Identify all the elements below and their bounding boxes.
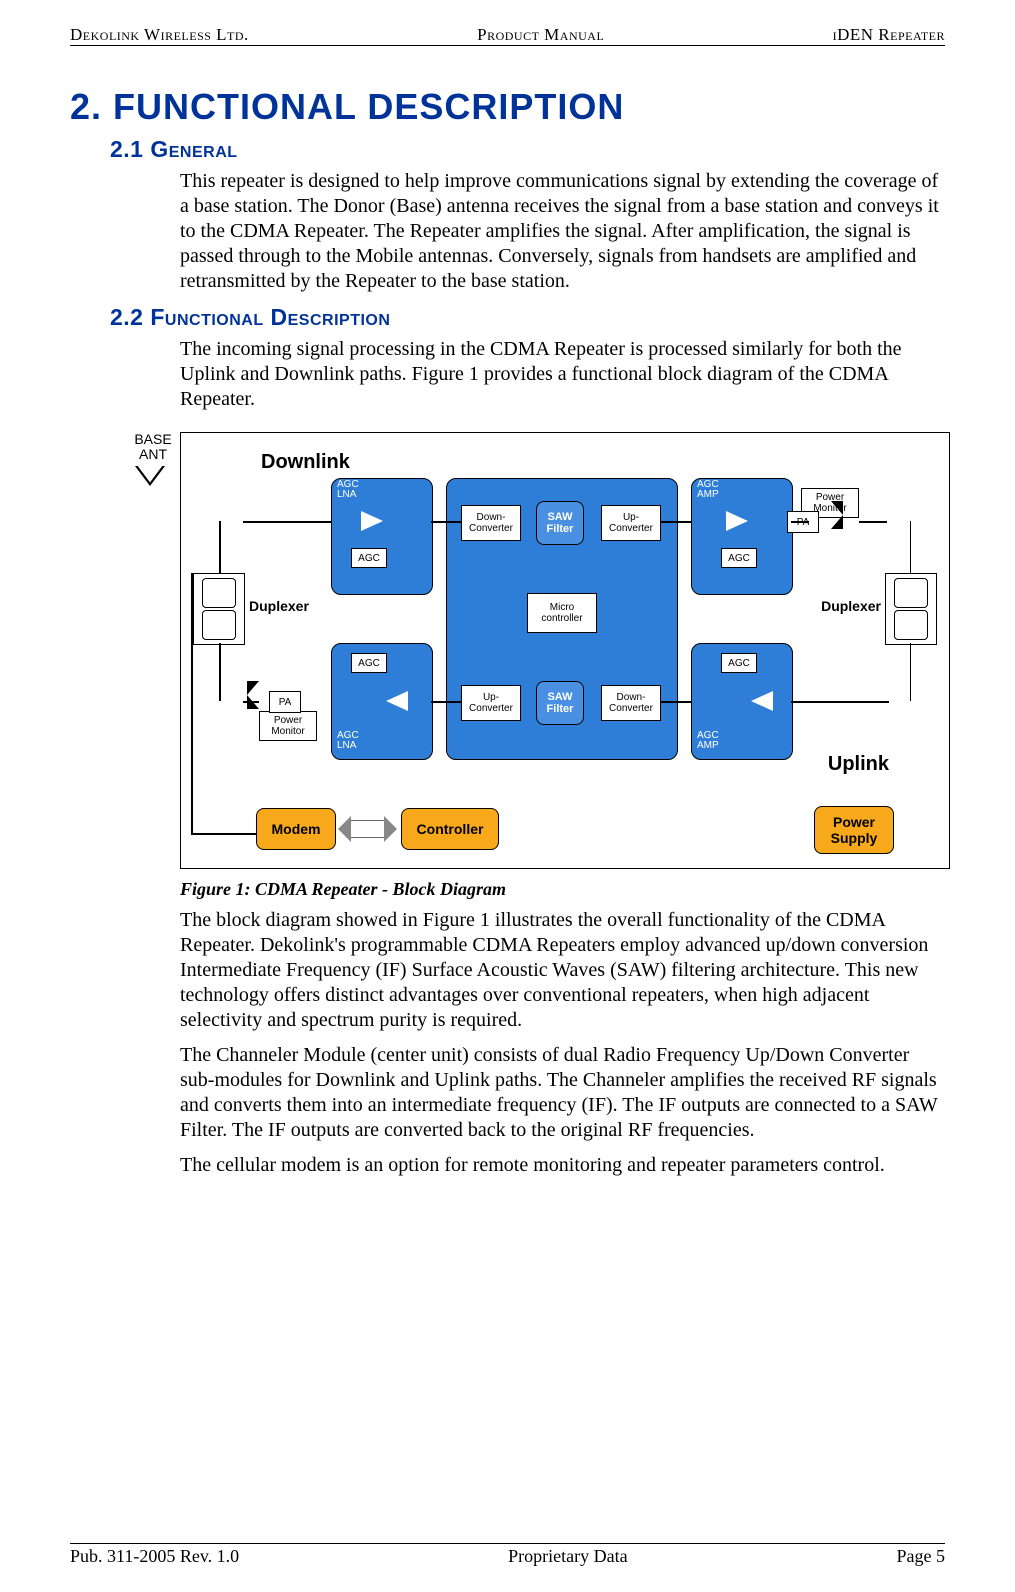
power-supply-block: PowerSupply (814, 806, 894, 854)
saw-filter-ul: SAWFilter (536, 681, 584, 725)
modem-controller-link-icon (351, 820, 384, 838)
section-2-2-intro: The incoming signal processing in the CD… (180, 337, 945, 412)
amp-ul-icon (751, 691, 773, 711)
pa-ul: PA (269, 691, 301, 713)
duplexer-right-label: Duplexer (821, 598, 881, 614)
down-conv-ul: Down-Converter (601, 685, 661, 721)
pa-dl-icon (831, 501, 843, 529)
base-antenna-icon (135, 466, 165, 486)
down-conv-dl: Down-Converter (461, 505, 521, 541)
block-diagram: Downlink Uplink Duplexer Duplexer AGCLNA… (180, 432, 950, 869)
section-2-2-heading: 2.2 Functional Description (110, 304, 945, 331)
uplink-label: Uplink (828, 753, 889, 776)
agc-box-dl-left: AGC (351, 548, 387, 568)
ftr-left: Pub. 311-2005 Rev. 1.0 (70, 1546, 239, 1567)
agc-amp-ul-label: AGCAMP (697, 731, 719, 751)
base-ant-label: BASEANT (128, 432, 178, 463)
figure-1-caption: Figure 1: CDMA Repeater - Block Diagram (180, 879, 945, 900)
amp-dl-icon (726, 511, 748, 531)
page-footer: Pub. 311-2005 Rev. 1.0 Proprietary Data … (70, 1543, 945, 1567)
hdr-center: Product Manual (477, 25, 604, 45)
saw-filter-dl: SAWFilter (536, 501, 584, 545)
duplexer-left (193, 573, 245, 645)
section-2-2-p4: The cellular modem is an option for remo… (180, 1153, 945, 1178)
lna-ul-icon (386, 691, 408, 711)
agc-lna-dl-label: AGCLNA (337, 480, 359, 500)
agc-box-ul-right: AGC (721, 653, 757, 673)
pa-ul-icon (247, 681, 259, 709)
duplexer-left-label: Duplexer (249, 598, 309, 614)
ftr-right: Page 5 (897, 1546, 946, 1567)
agc-lna-ul-label: AGCLNA (337, 731, 359, 751)
section-2-1-body: This repeater is designed to help improv… (180, 169, 945, 294)
section-2-heading: 2. FUNCTIONAL DESCRIPTION (70, 86, 945, 128)
microcontroller: Microcontroller (527, 593, 597, 633)
section-2-2-p2: The block diagram showed in Figure 1 ill… (180, 908, 945, 1033)
duplexer-right (885, 573, 937, 645)
hdr-left: Dekolink Wireless Ltd. (70, 25, 249, 45)
section-2-1-heading: 2.1 General (110, 136, 945, 163)
modem-block: Modem (256, 808, 336, 850)
power-monitor-ul: PowerMonitor (259, 711, 317, 741)
section-2-2-p3: The Channeler Module (center unit) consi… (180, 1043, 945, 1143)
agc-amp-dl-label: AGCAMP (697, 480, 719, 500)
controller-block: Controller (401, 808, 499, 850)
up-conv-dl: Up-Converter (601, 505, 661, 541)
page-header: Dekolink Wireless Ltd. Product Manual iD… (70, 25, 945, 46)
agc-box-dl-right: AGC (721, 548, 757, 568)
downlink-label: Downlink (261, 451, 350, 474)
hdr-right: iDEN Repeater (833, 25, 945, 45)
ftr-center: Proprietary Data (508, 1546, 627, 1567)
lna-dl-icon (361, 511, 383, 531)
up-conv-ul: Up-Converter (461, 685, 521, 721)
agc-box-ul-left: AGC (351, 653, 387, 673)
